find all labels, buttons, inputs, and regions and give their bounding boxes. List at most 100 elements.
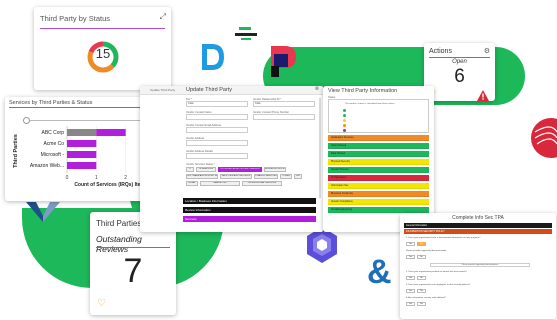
contact-phone-field[interactable] xyxy=(253,114,315,120)
contact-name-field[interactable] xyxy=(186,114,248,120)
close-icon[interactable]: ⊗ xyxy=(315,86,319,92)
no-button[interactable]: No xyxy=(417,255,426,259)
service-chip[interactable]: LEGAL xyxy=(186,181,198,186)
yes-button[interactable]: Yes xyxy=(406,255,415,259)
service-chip[interactable]: IT xyxy=(186,167,194,172)
bar-segment xyxy=(67,151,97,158)
service-chip[interactable]: HR xyxy=(294,174,302,179)
service-chip[interactable]: FINANCE SERVICES xyxy=(254,174,278,179)
status-row[interactable]: Business Continuity xyxy=(328,191,429,197)
service-chip[interactable]: PROFESSIONAL SERVICES xyxy=(242,181,282,186)
status-row[interactable]: Information Sec xyxy=(328,183,429,189)
bar-segment xyxy=(67,162,97,169)
expand-icon[interactable]: ⤢ xyxy=(160,12,166,22)
bar-segment xyxy=(67,140,97,147)
legend-dot xyxy=(343,114,346,117)
card-title: Actions xyxy=(429,48,452,55)
questionnaire-title: Complete Info Sec TPA xyxy=(452,215,504,221)
warning-icon xyxy=(477,90,489,101)
legend-caption: The vendor's status is calculated from t… xyxy=(345,103,395,105)
x-tick-label: 1 xyxy=(95,175,98,181)
x-tick-label: 2 xyxy=(124,175,127,181)
x-axis-label: Count of Services (IRQs) Items xyxy=(74,182,148,188)
third-party-info-window: View Third Party Information Status The … xyxy=(323,86,434,232)
service-chip[interactable]: MARKETING xyxy=(200,181,240,186)
status-legend-box: The vendor's status is calculated from t… xyxy=(328,99,429,133)
gear-icon[interactable]: ⚙ xyxy=(484,47,490,55)
actions-count: 6 xyxy=(454,66,465,87)
legend-dot xyxy=(343,129,346,132)
window-title-bar: Update Third Party Update Third Party ⊗ xyxy=(140,86,323,95)
section-location[interactable]: Location / Business Information xyxy=(183,198,316,204)
category-label: Amazon Web... xyxy=(30,163,64,169)
section-header: INFORMATION SECURITY POLICY xyxy=(404,229,552,234)
legend-dot xyxy=(343,109,346,112)
service-chip[interactable]: BUSINESS PROCESS xyxy=(264,167,286,172)
x-tick-label: 0 xyxy=(66,175,69,181)
yes-button[interactable]: Yes xyxy=(406,289,415,293)
category-label: Acme Co xyxy=(43,141,64,147)
info-title: View Third Party Information xyxy=(328,88,398,94)
svg-text:&: & xyxy=(367,254,392,288)
service-chip[interactable]: OUTSOURCED ACTIVITIES / SERVICE xyxy=(218,167,262,172)
section-review[interactable]: Review Information xyxy=(183,207,316,213)
ampersand-brand-logo: & xyxy=(367,254,392,288)
contact-email-field[interactable] xyxy=(186,127,248,133)
tier-field[interactable]: Core xyxy=(186,101,248,107)
p-brand-logo xyxy=(271,46,296,77)
no-button[interactable]: No xyxy=(417,302,426,306)
y-axis-label: Third Parties xyxy=(13,134,19,168)
yes-button[interactable]: Yes xyxy=(406,302,415,306)
card-title: Third Party by Status xyxy=(40,14,111,23)
yes-button[interactable]: Yes xyxy=(406,276,415,280)
no-button[interactable]: No xyxy=(417,242,426,246)
address-details-field[interactable] xyxy=(186,153,248,159)
form-title: Update Third Party xyxy=(186,87,233,93)
vendor-address-field[interactable] xyxy=(186,140,248,146)
reviews-count: 7 xyxy=(123,252,143,290)
no-button[interactable]: No xyxy=(417,276,426,280)
relationship-id-field[interactable]: Core xyxy=(253,101,315,107)
title-divider xyxy=(96,247,170,248)
status-row[interactable]: Vendor Process xyxy=(328,167,429,173)
question-text: 3. Does your organization test employees… xyxy=(406,284,471,286)
equals-brand-logo xyxy=(235,27,257,40)
update-third-party-form: Update Third Party Update Third Party ⊗ … xyxy=(140,86,323,232)
question-text: Please provide supporting documentation xyxy=(406,250,447,252)
question-text: 4. Are information security roles define… xyxy=(406,297,446,299)
favorite-heart-icon[interactable]: ♡ xyxy=(97,298,106,309)
status-row[interactable]: IT Operations xyxy=(328,175,429,181)
questionnaire-window: Complete Info Sec TPA General Informatio… xyxy=(400,213,556,319)
status-row[interactable]: Application Services xyxy=(328,135,429,141)
section-services[interactable]: Services xyxy=(183,216,316,222)
red-sphere-logo xyxy=(531,118,557,158)
category-label: ABC Corp xyxy=(41,130,64,136)
question-text: 1. Does your organization have a documen… xyxy=(406,237,481,239)
card-subtitle: Outstanding Reviews xyxy=(96,234,142,254)
status-row[interactable]: Cloud Hosted xyxy=(328,143,429,149)
yes-button[interactable]: Yes xyxy=(406,242,415,246)
no-button[interactable]: No xyxy=(417,289,426,293)
breadcrumb[interactable]: Update Third Party xyxy=(150,88,175,92)
status-row[interactable]: Physical Security xyxy=(328,159,429,165)
category-label: Microsoft - xyxy=(41,152,65,158)
form-scrollbar[interactable] xyxy=(319,98,321,198)
status-count: 15 xyxy=(95,46,111,61)
service-chip[interactable]: OPERATIONS xyxy=(196,167,216,172)
d-brand-logo xyxy=(202,44,224,70)
service-chip[interactable]: FACILITIES AND GROUNDS xyxy=(220,174,252,179)
third-party-status-card: Third Party by Status ⤢ 15 xyxy=(34,7,171,90)
bar-segment xyxy=(96,129,126,136)
field-label: Vendor Services Status * xyxy=(186,163,215,166)
v-brand-logo xyxy=(26,202,60,222)
bar-segment xyxy=(67,129,97,136)
section-header: General Information xyxy=(404,223,552,228)
service-chip[interactable]: OTHER xyxy=(280,174,292,179)
service-chip[interactable]: SOFTWARE AND HOSTED SERVICES xyxy=(186,174,218,179)
status-row[interactable]: Vendor Compliance xyxy=(328,199,429,205)
documentation-note[interactable]: Please provide supporting documentation xyxy=(430,263,530,267)
card-subtitle: Open xyxy=(452,59,467,65)
question-text: 2. Does your organization perform an ann… xyxy=(406,271,467,273)
legend-dot xyxy=(343,119,346,122)
status-row[interactable]: Data Hosted xyxy=(328,151,429,157)
